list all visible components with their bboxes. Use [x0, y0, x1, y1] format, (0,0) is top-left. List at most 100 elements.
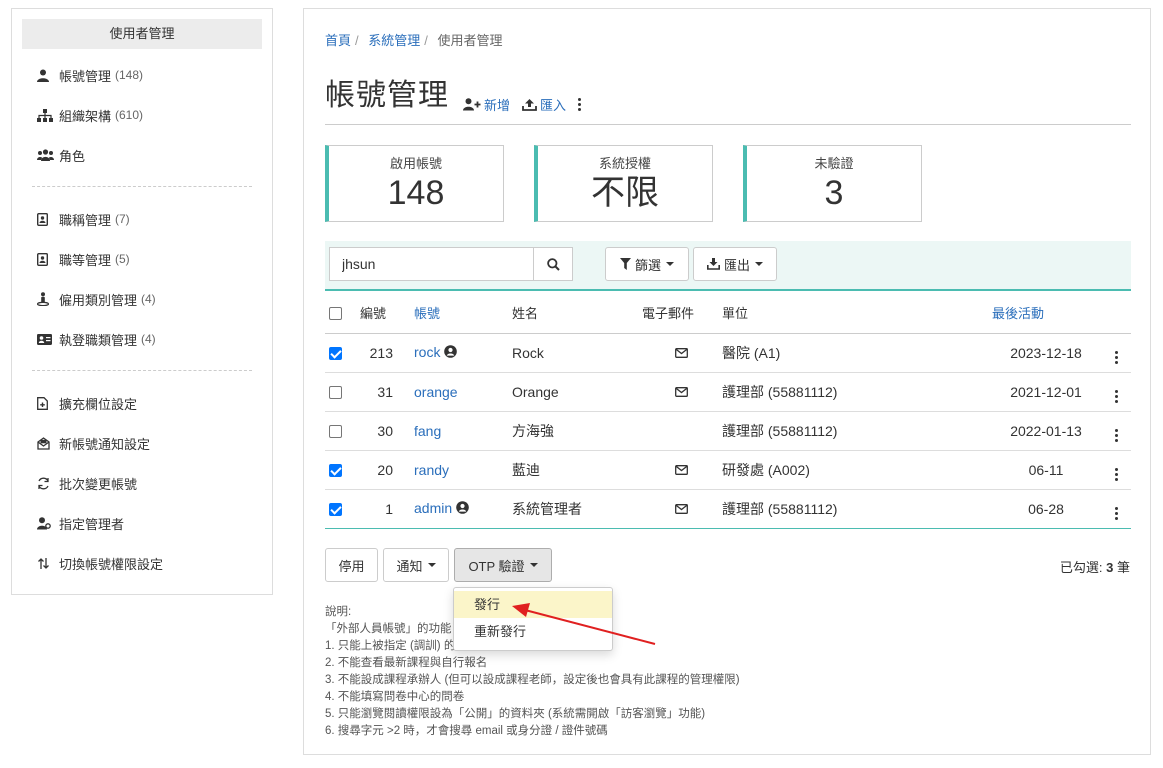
- download-icon: [706, 258, 720, 270]
- cell-email: [641, 450, 721, 490]
- cell-last-activity: 2021-12-01: [991, 372, 1101, 412]
- cell-email: [641, 489, 721, 529]
- search-button[interactable]: [533, 248, 572, 280]
- menu-item-reissue[interactable]: 重新發行: [454, 618, 612, 645]
- notify-button[interactable]: 通知: [383, 548, 449, 582]
- sidebar-item-employment[interactable]: 僱用類別管理 (4): [22, 279, 262, 319]
- otp-verify-button[interactable]: OTP 驗證: [454, 548, 552, 582]
- add-label: 新增: [484, 98, 511, 113]
- sidebar-item-new-account-notify[interactable]: 新帳號通知設定: [22, 423, 262, 463]
- header-account[interactable]: 帳號: [413, 293, 511, 334]
- sidebar-item-count: (610): [115, 108, 144, 122]
- select-all-checkbox[interactable]: [329, 307, 342, 321]
- account-link[interactable]: fang: [414, 423, 441, 439]
- email-icon[interactable]: [674, 462, 688, 478]
- sidebar-item-label: 指定管理者: [59, 516, 125, 532]
- sidebar-item-label: 擴充欄位設定: [59, 396, 138, 412]
- header-email[interactable]: 電子郵件: [641, 293, 721, 334]
- upload-icon: [522, 99, 537, 111]
- row-checkbox[interactable]: [329, 347, 342, 361]
- sidebar-item-label: 帳號管理: [59, 68, 112, 84]
- cell-name: 藍迪: [511, 450, 641, 490]
- stat-cards: 啟用帳號 148 系統授權 不限 未驗證 3: [325, 145, 952, 222]
- import-label: 匯入: [540, 98, 567, 113]
- sidebar-item-accounts[interactable]: 帳號管理 (148): [22, 55, 262, 95]
- add-account-button[interactable]: 新增: [463, 95, 510, 114]
- admin-icon: [456, 501, 469, 517]
- cell-id: 31: [359, 372, 413, 412]
- header-name[interactable]: 姓名: [511, 293, 641, 334]
- sidebar-item-org[interactable]: 組織架構 (610): [22, 95, 262, 135]
- search-input[interactable]: [330, 248, 533, 280]
- sidebar-item-grades[interactable]: 職等管理 (5): [22, 239, 262, 279]
- row-more-icon[interactable]: [1114, 467, 1118, 482]
- sidebar-item-batch-change[interactable]: 批次變更帳號: [22, 463, 262, 503]
- email-icon[interactable]: [674, 384, 688, 400]
- admin-icon: [444, 345, 458, 361]
- row-more-icon[interactable]: [1114, 350, 1118, 365]
- cell-actions: [1101, 450, 1131, 490]
- row-checkbox-cell: [325, 489, 359, 529]
- mail-settings-icon: [37, 436, 55, 450]
- cell-id: 20: [359, 450, 413, 490]
- row-checkbox[interactable]: [329, 386, 342, 400]
- row-more-icon[interactable]: [1114, 389, 1118, 404]
- row-checkbox[interactable]: [329, 503, 342, 517]
- sidebar-item-license[interactable]: 執登職類管理 (4): [22, 319, 262, 359]
- cell-actions: [1101, 489, 1131, 529]
- cell-name: Orange: [511, 372, 641, 412]
- cell-last-activity: 06-28: [991, 489, 1101, 529]
- stat-card-unverified: 未驗證 3: [743, 145, 922, 222]
- stat-value: 不限: [591, 174, 659, 212]
- cell-unit: 護理部 (55881112): [721, 411, 991, 451]
- table-row: 31 orange Orange 護理部 (55881112) 2021-12-01: [325, 372, 1131, 412]
- swap-icon: [37, 557, 55, 570]
- cell-account: rock: [413, 333, 511, 373]
- sidebar-item-count: (148): [115, 68, 144, 82]
- header-unit[interactable]: 單位: [721, 293, 991, 334]
- account-link[interactable]: admin: [414, 500, 452, 516]
- sidebar-item-count: (4): [141, 292, 156, 306]
- sidebar-item-titles[interactable]: 職稱管理 (7): [22, 199, 262, 239]
- sidebar-item-switch-permission[interactable]: 切換帳號權限設定: [22, 543, 262, 583]
- account-link[interactable]: randy: [414, 462, 449, 478]
- filter-button[interactable]: 篩選: [605, 247, 689, 281]
- otp-label: OTP 驗證: [468, 558, 525, 574]
- filter-bar: 篩選 匯出: [325, 241, 1131, 291]
- account-link[interactable]: orange: [414, 384, 458, 400]
- row-more-icon[interactable]: [1114, 428, 1118, 443]
- cell-last-activity: 2022-01-13: [991, 411, 1101, 451]
- selected-prefix: 已勾選:: [1059, 560, 1103, 575]
- more-options-icon[interactable]: [578, 97, 582, 112]
- sidebar-item-roles[interactable]: 角色: [22, 135, 262, 175]
- row-more-icon[interactable]: [1114, 506, 1118, 521]
- export-button[interactable]: 匯出: [693, 247, 777, 281]
- cell-actions: [1101, 411, 1131, 451]
- sidebar-item-assign-admin[interactable]: 指定管理者: [22, 503, 262, 543]
- stat-card-license: 系統授權 不限: [534, 145, 713, 222]
- stat-label: 系統授權: [598, 156, 651, 171]
- breadcrumb-home[interactable]: 首頁: [325, 33, 351, 48]
- cell-account: fang: [413, 411, 511, 451]
- notes-line: 5. 只能瀏覽閱讀權限設為「公開」的資料夾 (系統需開啟「訪客瀏覽」功能): [325, 708, 706, 720]
- filter-label: 篩選: [634, 257, 661, 273]
- menu-item-issue[interactable]: 發行: [454, 591, 612, 618]
- page-title: 帳號管理: [325, 79, 449, 112]
- export-label: 匯出: [723, 257, 750, 273]
- title-actions: 新增 匯入: [463, 95, 582, 114]
- sidebar-title: 使用者管理: [22, 19, 262, 49]
- import-button[interactable]: 匯入: [522, 95, 566, 114]
- sidebar-item-label: 執登職類管理: [59, 332, 138, 348]
- header-last-activity[interactable]: 最後活動: [991, 293, 1101, 334]
- row-checkbox[interactable]: [329, 425, 342, 439]
- header-id[interactable]: 編號: [359, 293, 413, 334]
- disable-button[interactable]: 停用: [325, 548, 378, 582]
- table-row: 213 rock Rock 醫院 (A1) 2023-12-18: [325, 333, 1131, 373]
- row-checkbox[interactable]: [329, 464, 342, 478]
- email-icon[interactable]: [674, 345, 688, 361]
- account-link[interactable]: rock: [414, 344, 440, 360]
- email-icon[interactable]: [674, 501, 688, 517]
- sidebar-item-custom-fields[interactable]: 擴充欄位設定: [22, 383, 262, 423]
- row-checkbox-cell: [325, 411, 359, 451]
- breadcrumb-system[interactable]: 系統管理: [368, 33, 420, 48]
